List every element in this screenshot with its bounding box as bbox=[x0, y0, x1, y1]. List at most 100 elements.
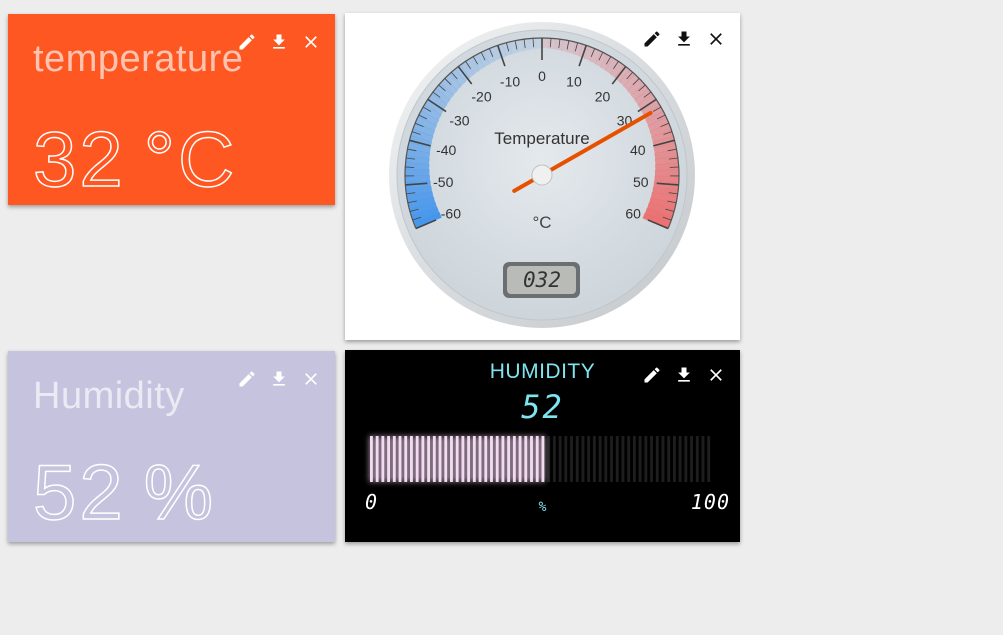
card-toolbar bbox=[237, 32, 321, 52]
lcd-segment bbox=[558, 436, 562, 482]
lcd-segment bbox=[564, 436, 568, 482]
edit-button[interactable] bbox=[237, 32, 257, 52]
lcd-segment bbox=[381, 436, 385, 482]
lcd-segment bbox=[598, 436, 602, 482]
humidity-text-card: Humidity 52% bbox=[8, 351, 335, 542]
card-value: 32 °C bbox=[32, 114, 238, 205]
close-button[interactable] bbox=[706, 29, 726, 49]
gauge-tick-label: 10 bbox=[566, 73, 582, 89]
close-icon bbox=[305, 36, 317, 48]
download-button[interactable] bbox=[674, 29, 694, 49]
card-toolbar bbox=[642, 29, 726, 49]
lcd-segment bbox=[432, 436, 436, 482]
edit-button[interactable] bbox=[642, 29, 662, 49]
value-number: 32 bbox=[32, 114, 126, 204]
edit-button[interactable] bbox=[237, 369, 257, 389]
gauge-minor-tick bbox=[405, 166, 415, 168]
lcd-segment bbox=[604, 436, 608, 482]
lcd-segment bbox=[455, 436, 459, 482]
gauge-tick-label: -10 bbox=[500, 73, 520, 89]
lcd-segment bbox=[707, 436, 711, 482]
gauge-display-value: 032 bbox=[523, 268, 561, 292]
lcd-segment bbox=[684, 436, 688, 482]
gauge-tick-label: -60 bbox=[441, 206, 461, 222]
gauge-pivot bbox=[531, 164, 553, 186]
download-icon bbox=[273, 371, 285, 386]
card-toolbar bbox=[642, 365, 726, 385]
download-icon bbox=[678, 367, 690, 382]
gauge-tick-label: 60 bbox=[625, 206, 641, 222]
gauge-tick-label: -30 bbox=[449, 112, 469, 128]
pencil-icon bbox=[644, 31, 660, 47]
lcd-segment bbox=[661, 436, 665, 482]
card-toolbar bbox=[237, 369, 321, 389]
close-button[interactable] bbox=[706, 365, 726, 385]
lcd-segment bbox=[375, 436, 379, 482]
lcd-segment bbox=[655, 436, 659, 482]
lcd-segment bbox=[587, 436, 591, 482]
close-icon bbox=[710, 369, 722, 381]
gauge-tick-label: -40 bbox=[436, 142, 456, 158]
lcd-segment bbox=[507, 436, 511, 482]
lcd-segment bbox=[632, 436, 636, 482]
lcd-segment bbox=[535, 436, 539, 482]
value-unit: % bbox=[143, 447, 217, 537]
lcd-segment bbox=[667, 436, 671, 482]
lcd-segment bbox=[392, 436, 396, 482]
gauge-tick-label: 50 bbox=[633, 174, 649, 190]
lcd-segment bbox=[524, 436, 528, 482]
close-button[interactable] bbox=[301, 32, 321, 52]
lcd-segment bbox=[695, 436, 699, 482]
lcd-segment bbox=[450, 436, 453, 482]
lcd-lit-segments bbox=[370, 436, 545, 482]
lcd-segment bbox=[495, 436, 499, 482]
gauge-tick-label: 40 bbox=[630, 142, 646, 158]
lcd-segment bbox=[592, 436, 596, 482]
gauge-tick-label: 20 bbox=[595, 89, 611, 105]
lcd-segment bbox=[398, 436, 402, 482]
lcd-segment bbox=[541, 436, 545, 482]
pencil-icon bbox=[239, 34, 255, 50]
lcd-max-label: 100 bbox=[690, 490, 730, 514]
lcd-segment bbox=[484, 436, 488, 482]
lcd-segment bbox=[461, 436, 465, 482]
lcd-segment bbox=[678, 436, 682, 482]
lcd-segment bbox=[370, 436, 373, 482]
lcd-segment bbox=[610, 436, 613, 482]
download-button[interactable] bbox=[269, 369, 289, 389]
pencil-icon bbox=[644, 367, 660, 383]
download-button[interactable] bbox=[269, 32, 289, 52]
value-number: 52 bbox=[32, 447, 126, 537]
edit-button[interactable] bbox=[642, 365, 662, 385]
lcd-segment bbox=[427, 436, 431, 482]
temperature-text-card: temperature 32 °C bbox=[8, 14, 335, 205]
download-button[interactable] bbox=[674, 365, 694, 385]
lcd-segment bbox=[570, 436, 573, 482]
lcd-segment bbox=[690, 436, 693, 482]
temperature-gauge-card: -60 -50 -40 -30 -20 -10 0 10 20 30 40 50 60 Temperat… bbox=[345, 13, 740, 340]
close-icon bbox=[305, 373, 317, 385]
lcd-segment bbox=[615, 436, 619, 482]
lcd-segment bbox=[415, 436, 419, 482]
lcd-segment bbox=[552, 436, 556, 482]
lcd-segment bbox=[575, 436, 579, 482]
lcd-segment bbox=[581, 436, 585, 482]
download-icon bbox=[273, 34, 285, 49]
gauge-tick-label: -20 bbox=[471, 89, 491, 105]
gauge-minor-tick bbox=[669, 166, 679, 168]
lcd-segment bbox=[490, 436, 493, 482]
lcd-segment bbox=[518, 436, 522, 482]
lcd-segment bbox=[478, 436, 482, 482]
lcd-segment bbox=[530, 436, 533, 482]
lcd-segment bbox=[547, 436, 551, 482]
gauge-tick-label: -50 bbox=[433, 174, 453, 190]
lcd-segment bbox=[387, 436, 391, 482]
gauge-band-segment bbox=[528, 38, 537, 50]
lcd-unit-label: % bbox=[538, 500, 547, 515]
value-unit: °C bbox=[143, 114, 238, 204]
gauge-label: Temperature bbox=[494, 129, 589, 148]
lcd-segment bbox=[438, 436, 442, 482]
close-button[interactable] bbox=[301, 369, 321, 389]
gauge-tick-label: 0 bbox=[538, 68, 546, 84]
lcd-segment bbox=[650, 436, 653, 482]
